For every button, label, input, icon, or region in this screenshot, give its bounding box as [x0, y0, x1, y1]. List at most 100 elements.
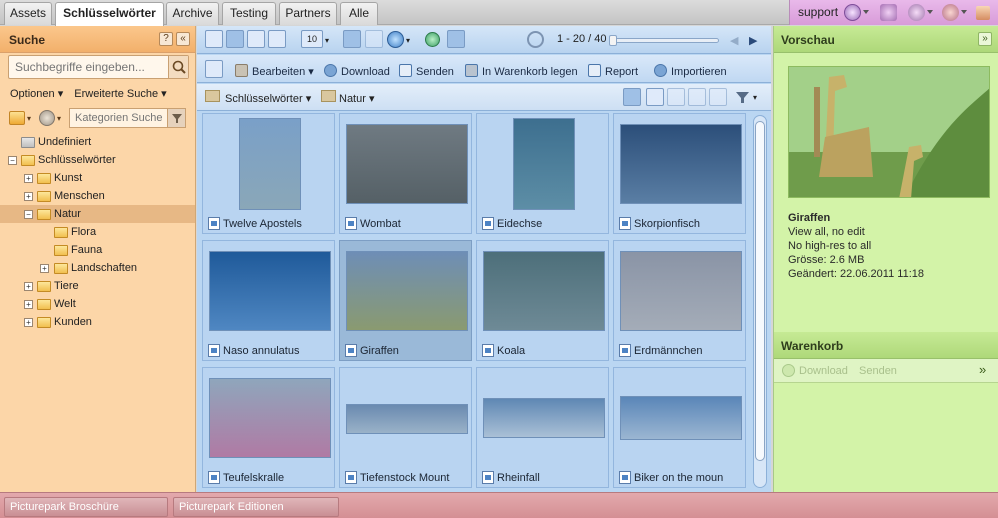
tree-node-menschen[interactable]: + Menschen: [0, 187, 195, 205]
asset-tile[interactable]: Erdmännchen: [613, 240, 746, 361]
hand-tool-icon[interactable]: [365, 30, 383, 48]
gear-icon[interactable]: [39, 110, 55, 126]
tree-node-welt[interactable]: + Welt: [0, 295, 195, 313]
prev-page-icon[interactable]: ◀: [730, 34, 738, 47]
bottom-tab-brochure[interactable]: Picturepark Broschüre: [4, 497, 168, 517]
doc-copy-icon[interactable]: [688, 88, 706, 106]
view-grid-icon[interactable]: [247, 30, 265, 48]
edit-button[interactable]: Bearbeiten ▾: [235, 64, 314, 78]
asset-tile[interactable]: Koala: [476, 240, 609, 361]
advanced-search-menu[interactable]: Erweiterte Suche ▾: [74, 88, 166, 100]
vertical-scrollbar[interactable]: [753, 115, 767, 488]
asset-tile[interactable]: Teufelskralle: [202, 367, 335, 488]
help-icon[interactable]: [844, 4, 861, 21]
breadcrumb-item-nature[interactable]: Natur ▾: [339, 92, 374, 105]
asset-tile[interactable]: Skorpionfisch: [613, 113, 746, 234]
tab-partners[interactable]: Partners: [279, 2, 337, 25]
asset-thumbnail[interactable]: [346, 251, 468, 331]
filter-icon[interactable]: [167, 109, 185, 127]
asset-thumbnail[interactable]: [346, 124, 468, 204]
asset-tile[interactable]: Tiefenstock Mount: [339, 367, 472, 488]
expand-icon[interactable]: +: [24, 318, 33, 327]
expand-icon[interactable]: +: [24, 282, 33, 291]
search-icon[interactable]: [168, 56, 188, 78]
asset-thumbnail[interactable]: [239, 118, 301, 210]
tree-node-kunden[interactable]: + Kunden: [0, 313, 195, 331]
select-mode-icon[interactable]: [343, 30, 361, 48]
report-button[interactable]: Report: [588, 64, 638, 78]
asset-tile[interactable]: Twelve Apostels: [202, 113, 335, 234]
tree-node-fauna[interactable]: Fauna: [0, 241, 195, 259]
tab-assets[interactable]: Assets: [4, 2, 52, 25]
doc-icon[interactable]: [646, 88, 664, 106]
globe-icon[interactable]: [387, 31, 404, 48]
bottom-tab-editions[interactable]: Picturepark Editionen: [173, 497, 339, 517]
page-slider-knob[interactable]: [609, 35, 617, 46]
download-button[interactable]: Download: [324, 64, 390, 78]
asset-thumbnail[interactable]: [483, 398, 605, 438]
user-icon[interactable]: [942, 4, 959, 21]
chevron-down-icon[interactable]: [927, 10, 933, 14]
detail-view-icon[interactable]: [623, 88, 641, 106]
breadcrumb-item-keywords[interactable]: Schlüsselwörter ▾: [225, 92, 311, 105]
settings-icon[interactable]: [908, 4, 925, 21]
refresh-icon[interactable]: [527, 31, 544, 48]
chevron-down-icon[interactable]: [863, 10, 869, 14]
asset-tile[interactable]: Giraffen: [339, 240, 472, 361]
doc-list-icon[interactable]: [667, 88, 685, 106]
page-size-select[interactable]: 10: [301, 30, 323, 48]
tab-testing[interactable]: Testing: [222, 2, 276, 25]
expand-icon[interactable]: +: [24, 300, 33, 309]
collapse-right-icon[interactable]: »: [978, 32, 992, 46]
tree-node-flora[interactable]: Flora: [0, 223, 195, 241]
asset-tile[interactable]: Rheinfall: [476, 367, 609, 488]
add-to-cart-button[interactable]: In Warenkorb legen: [465, 64, 578, 78]
key-icon[interactable]: [976, 6, 990, 20]
chevron-down-icon[interactable]: ▾: [27, 114, 31, 123]
chevron-down-icon[interactable]: ▾: [406, 36, 410, 45]
asset-thumbnail[interactable]: [513, 118, 575, 210]
category-search-input[interactable]: [70, 109, 166, 127]
tree-node-tiere[interactable]: + Tiere: [0, 277, 195, 295]
asset-tile[interactable]: Eidechse: [476, 113, 609, 234]
sync-icon[interactable]: [880, 4, 897, 21]
asset-thumbnail[interactable]: [346, 404, 468, 434]
asset-thumbnail[interactable]: [620, 396, 742, 440]
scrollbar-thumb[interactable]: [755, 121, 765, 461]
asset-tile[interactable]: Naso annulatus: [202, 240, 335, 361]
expand-icon[interactable]: +: [24, 174, 33, 183]
filter-icon[interactable]: [735, 90, 751, 105]
asset-tile[interactable]: Biker on the moun: [613, 367, 746, 488]
screen-mode-icon[interactable]: [447, 30, 465, 48]
tab-schluesselwoerter[interactable]: Schlüsselwörter: [55, 2, 164, 26]
next-page-icon[interactable]: ▶: [749, 34, 757, 47]
expand-icon[interactable]: +: [40, 264, 49, 273]
tree-node-undefiniert[interactable]: Undefiniert: [0, 133, 195, 151]
expand-cart-icon[interactable]: »: [979, 362, 986, 377]
asset-tile[interactable]: Wombat: [339, 113, 472, 234]
chevron-down-icon[interactable]: ▾: [325, 36, 329, 45]
tree-node-landschaften[interactable]: + Landschaften: [0, 259, 195, 277]
asset-thumbnail[interactable]: [209, 378, 331, 458]
tree-node-natur[interactable]: − Natur: [0, 205, 195, 223]
help-icon[interactable]: ?: [159, 32, 173, 46]
chevron-down-icon[interactable]: [961, 10, 967, 14]
asset-thumbnail[interactable]: [209, 251, 331, 331]
chevron-down-icon[interactable]: ▾: [753, 93, 757, 102]
asset-thumbnail[interactable]: [483, 251, 605, 331]
cart-download-button[interactable]: Download: [799, 365, 848, 377]
options-menu[interactable]: Optionen ▾: [10, 88, 63, 100]
status-icon[interactable]: [425, 32, 440, 47]
chevron-down-icon[interactable]: ▾: [57, 114, 61, 123]
search-input[interactable]: [9, 56, 169, 78]
collapse-icon[interactable]: −: [24, 210, 33, 219]
expand-icon[interactable]: +: [24, 192, 33, 201]
import-button[interactable]: Importieren: [654, 64, 727, 78]
category-search[interactable]: [69, 108, 186, 128]
tree-node-kunst[interactable]: + Kunst: [0, 169, 195, 187]
view-small-grid-icon[interactable]: [226, 30, 244, 48]
doc-move-icon[interactable]: [709, 88, 727, 106]
tab-alle[interactable]: Alle: [340, 2, 378, 25]
send-button[interactable]: Senden: [399, 64, 454, 78]
asset-thumbnail[interactable]: [620, 251, 742, 331]
